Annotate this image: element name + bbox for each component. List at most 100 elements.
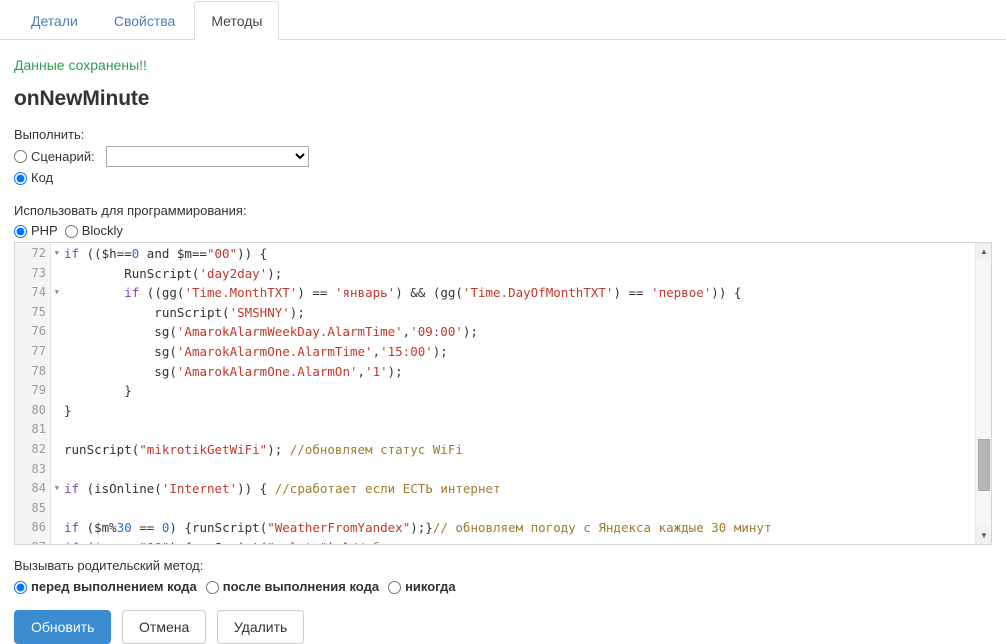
update-button[interactable]: Обновить — [14, 610, 111, 644]
radio-option-blockly[interactable]: Blockly — [65, 222, 123, 240]
parent-method-radio-row: перед выполнением кода после выполнения … — [14, 578, 992, 596]
radio-option-before[interactable]: перед выполнением кода — [14, 578, 197, 596]
code-token: ); — [433, 344, 448, 359]
code-token: if — [64, 246, 87, 261]
never-radio[interactable] — [388, 581, 401, 594]
tab-details[interactable]: Детали — [14, 1, 95, 41]
code-line: sg('AmarokAlarmOne.AlarmTime','15:00'); — [64, 342, 991, 362]
code-token: ); — [267, 442, 290, 457]
code-line: runScript('SMSHNY'); — [64, 303, 991, 323]
after-radio[interactable] — [206, 581, 219, 594]
line-number: 80 — [15, 401, 50, 421]
code-token: // обновляем погоду с Яндекса каждые 30 … — [433, 520, 772, 535]
blockly-label: Blockly — [82, 222, 123, 240]
radio-option-php[interactable]: PHP — [14, 222, 58, 240]
code-token: , — [358, 364, 366, 379]
radio-option-after[interactable]: после выполнения кода — [206, 578, 379, 596]
code-token: and $m== — [139, 246, 207, 261]
scroll-up-icon[interactable]: ▲ — [976, 243, 992, 260]
code-token: );} — [327, 540, 350, 544]
code-token: RunScript( — [64, 266, 199, 281]
tab-bar: ДеталиСвойстваМетоды — [0, 0, 1006, 40]
code-token: "WeatherFromYandex" — [267, 520, 410, 535]
scrollbar-thumb[interactable] — [978, 439, 990, 491]
code-token: if — [64, 285, 147, 300]
code-token: ); — [267, 266, 282, 281]
code-line: if (isOnline('Internet')) { //сработает … — [64, 479, 991, 499]
code-token: (isOnline( — [87, 481, 162, 496]
code-token: "00" — [207, 246, 237, 261]
code-token: '15:00' — [380, 344, 433, 359]
code-token: ($m% — [87, 520, 117, 535]
code-token: 'AmarokAlarmOne.AlarmTime' — [177, 344, 373, 359]
code-token: )) { — [711, 285, 741, 300]
delete-button[interactable]: Удалить — [217, 610, 304, 644]
code-line — [64, 460, 991, 480]
code-token: "00" — [139, 540, 169, 544]
code-token: ); — [290, 305, 305, 320]
code-token: runScript( — [64, 442, 139, 457]
tab-methods[interactable]: Методы — [194, 1, 279, 41]
blockly-radio[interactable] — [65, 225, 78, 238]
code-line — [64, 499, 991, 519]
code-token: "mikrotikGetWiFi" — [139, 442, 267, 457]
code-token: sg( — [64, 364, 177, 379]
execute-label: Выполнить: — [14, 127, 992, 143]
execute-code-row: Код — [14, 169, 992, 187]
code-token: 'day2day' — [199, 266, 267, 281]
line-number: 72▼ — [15, 244, 50, 264]
code-token: );} — [410, 520, 433, 535]
code-token: '1' — [365, 364, 388, 379]
after-label: после выполнения кода — [223, 578, 379, 596]
code-token: 'Time.DayOfMonthTXT' — [463, 285, 614, 300]
scenario-radio[interactable] — [14, 150, 27, 163]
line-number: 79 — [15, 381, 50, 401]
code-line: if ($m%30 == 0) {runScript("WeatherFromY… — [64, 518, 991, 538]
code-token: ) {runScript( — [169, 540, 267, 544]
code-token: } — [64, 403, 72, 418]
line-number: 74▼ — [15, 283, 50, 303]
scenario-select[interactable] — [106, 146, 309, 167]
code-token: sg( — [64, 344, 177, 359]
line-number: 87 — [15, 538, 50, 545]
line-number: 78 — [15, 362, 50, 382]
never-label: никогда — [405, 578, 456, 596]
code-editor[interactable]: 72▼7374▼75767778798081828384▼85868788899… — [14, 242, 992, 545]
code-token: ) == — [613, 285, 651, 300]
page-title: onNewMinute — [14, 87, 992, 111]
editor-vertical-scrollbar[interactable]: ▲ ▼ — [975, 243, 991, 544]
before-label: перед выполнением кода — [31, 578, 197, 596]
code-token: 'Time.MonthTXT' — [184, 285, 297, 300]
code-token: 'SMSHNY' — [230, 305, 290, 320]
line-number: 82 — [15, 440, 50, 460]
code-line: if ($m == "00") {runScript("valuta");}//… — [64, 538, 991, 544]
code-token: ); — [463, 324, 478, 339]
code-token: , — [373, 344, 381, 359]
tab-properties[interactable]: Свойства — [97, 1, 192, 41]
line-number: 85 — [15, 499, 50, 519]
code-token: 'первое' — [651, 285, 711, 300]
language-label: Использовать для программирования: — [14, 203, 992, 219]
code-line: } — [64, 401, 991, 421]
cancel-button[interactable]: Отмена — [122, 610, 206, 644]
code-token: 30 — [117, 520, 132, 535]
scenario-label: Сценарий: — [31, 148, 95, 166]
code-token: //сработает если ЕСТЬ интернет — [275, 481, 501, 496]
code-line: RunScript('day2day'); — [64, 264, 991, 284]
code-token: //обновляем курс валют — [350, 540, 516, 544]
code-token: 'AmarokAlarmOne.AlarmOn' — [177, 364, 358, 379]
php-label: PHP — [31, 222, 58, 240]
code-token: )) { — [237, 246, 267, 261]
php-radio[interactable] — [14, 225, 27, 238]
code-radio[interactable] — [14, 172, 27, 185]
code-token: 'январь' — [335, 285, 395, 300]
radio-option-never[interactable]: никогда — [388, 578, 456, 596]
editor-code-area[interactable]: if (($h==0 and $m=="00")) { RunScript('d… — [51, 243, 991, 544]
line-number: 84▼ — [15, 479, 50, 499]
code-token: == — [132, 520, 162, 535]
radio-option-scenario[interactable]: Сценарий: — [14, 148, 95, 166]
code-line: sg('AmarokAlarmWeekDay.AlarmTime','09:00… — [64, 322, 991, 342]
radio-option-code[interactable]: Код — [14, 169, 53, 187]
scroll-down-icon[interactable]: ▼ — [976, 527, 992, 544]
before-radio[interactable] — [14, 581, 27, 594]
